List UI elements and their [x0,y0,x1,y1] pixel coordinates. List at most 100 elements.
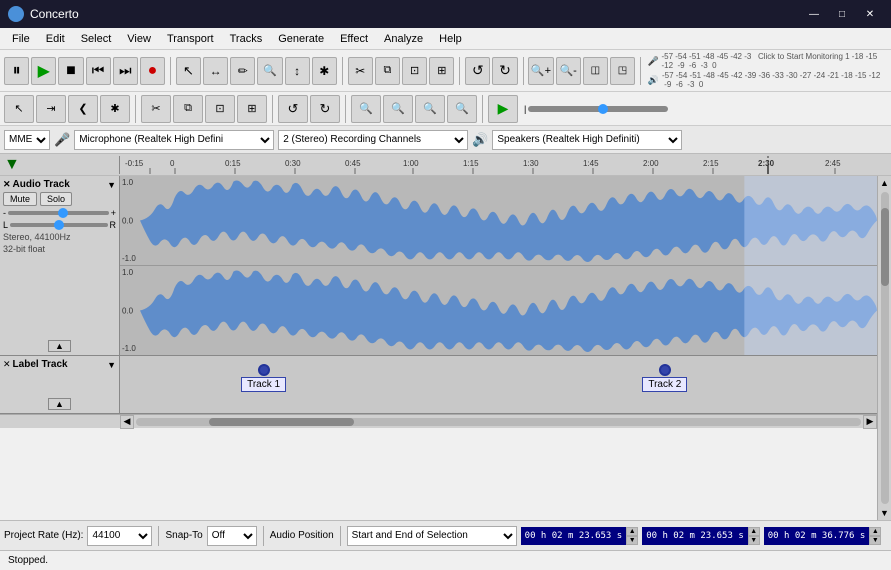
undo-button[interactable]: ↺ [465,57,490,85]
menu-analyze[interactable]: Analyze [376,31,431,47]
speaker-icon: 🔊 [472,132,488,148]
hscroll-track[interactable] [136,418,861,426]
project-rate-select[interactable]: 44100 [87,526,152,546]
play-button[interactable]: ▶ [31,57,56,85]
menu-transport[interactable]: Transport [159,31,222,47]
edit-cut-btn2[interactable]: ✂ [141,95,171,123]
time-spin-2-down[interactable]: ▼ [748,536,760,545]
mute-button[interactable]: Mute [3,192,37,206]
play-speed-button[interactable]: ▶ [488,95,518,123]
record-button[interactable]: ● [140,57,165,85]
clip-button[interactable]: ✱ [100,95,130,123]
zoom2-in[interactable]: 🔍 [351,95,381,123]
paste-button[interactable]: ⊡ [402,57,427,85]
hscroll-right-arrow[interactable]: ▶ [863,415,877,429]
redo-button[interactable]: ↻ [492,57,517,85]
label-track1[interactable]: Track 1 [241,364,286,392]
zoom2-fit[interactable]: 🔍 [415,95,445,123]
audio-track-expand-button[interactable]: ▲ [48,340,71,352]
cut-button[interactable]: ✂ [348,57,373,85]
menu-edit[interactable]: Edit [38,31,73,47]
menu-file[interactable]: File [4,31,38,47]
separator-3 [459,57,460,85]
hscroll-thumb[interactable] [209,418,354,426]
audio-host-select[interactable]: MME [4,130,50,150]
speed-slider-thumb[interactable] [598,104,608,114]
copy-button[interactable]: ⧉ [375,57,400,85]
svg-text:2:45: 2:45 [825,159,841,168]
edit-copy-btn2[interactable]: ⧉ [173,95,203,123]
project-rate-label: Project Rate (Hz): [4,530,83,541]
audio-track-close[interactable]: ✕ [3,179,11,190]
menu-help[interactable]: Help [431,31,470,47]
label-track-close[interactable]: ✕ [3,359,11,370]
maximize-button[interactable]: □ [829,5,855,23]
speed-slider-area: | [524,104,668,114]
pan-slider-thumb[interactable] [54,220,64,230]
vu-meter-area: 🎤 -57 -54 -51 -48 -45 -42 -3 Click to St… [648,52,887,89]
label-track-expand-button[interactable]: ▲ [48,398,71,410]
hscroll-left-arrow[interactable]: ◀ [120,415,134,429]
envelope-tool-button[interactable]: ↔ [203,57,228,85]
time-spin-1-up[interactable]: ▲ [626,527,638,536]
draw-tool-button[interactable]: ✏ [230,57,255,85]
audio-track-dropdown[interactable]: ▼ [107,180,116,190]
close-button[interactable]: ✕ [857,5,883,23]
sel-start-button[interactable]: ↖ [4,95,34,123]
bottom-sep-1 [158,526,159,546]
time-spin-3-up[interactable]: ▲ [869,527,881,536]
menu-generate[interactable]: Generate [270,31,332,47]
zoom-tool-button[interactable]: 🔍 [257,57,282,85]
edit-paste-btn2[interactable]: ⊡ [205,95,235,123]
vscroll-down-arrow[interactable]: ▼ [878,506,891,520]
vscroll-thumb[interactable] [881,208,889,286]
waveform-bottom-channel: 1.0 0.0 -1.0 [120,266,877,355]
time-spin-2-up[interactable]: ▲ [748,527,760,536]
undo-btn2[interactable]: ↺ [278,95,308,123]
time-spin-3-down[interactable]: ▼ [869,536,881,545]
microphone-select[interactable]: Microphone (Realtek High Defini [74,130,274,150]
menu-view[interactable]: View [119,31,159,47]
menu-effect[interactable]: Effect [332,31,376,47]
pan-slider-track[interactable] [10,223,107,227]
zoom-sel-button[interactable]: ◫ [583,57,608,85]
stop-button[interactable]: ■ [58,57,83,85]
label-track-area: Track 1 Track 2 [120,356,877,413]
gain-slider-track[interactable] [8,211,109,215]
label-track2[interactable]: Track 2 [642,364,687,392]
redo-btn2[interactable]: ↻ [310,95,340,123]
snap-to-select[interactable]: Off [207,526,257,546]
menu-select[interactable]: Select [73,31,120,47]
edit-del-btn2[interactable]: ⊞ [237,95,267,123]
minimize-button[interactable]: — [801,5,827,23]
sel-end-button[interactable]: ⇥ [36,95,66,123]
time-spin-1-down[interactable]: ▼ [626,536,638,545]
selection-type-select[interactable]: Start and End of Selection [347,526,517,546]
speed-slider-track[interactable] [528,106,668,112]
vscroll-up-arrow[interactable]: ▲ [878,176,891,190]
speaker-select[interactable]: Speakers (Realtek High Definiti) [492,130,682,150]
waveform-svg-top [140,176,877,265]
channels-select[interactable]: 2 (Stereo) Recording Channels [278,130,468,150]
zoom-out-button[interactable]: 🔍- [556,57,581,85]
multi-tool-button[interactable]: ✱ [312,57,337,85]
zoom-in-button[interactable]: 🔍+ [528,57,553,85]
trim-button[interactable]: ⊞ [429,57,454,85]
vscroll-track[interactable] [881,192,889,504]
fastforward-button[interactable]: ⏭ [113,57,138,85]
ruler-svg: -0:15 0 0:15 0:30 0:45 1:00 [120,154,877,174]
sel-contract-button[interactable]: ❮ [68,95,98,123]
solo-button[interactable]: Solo [40,192,72,206]
zoom2-full[interactable]: 🔍 [447,95,477,123]
gain-slider-thumb[interactable] [58,208,68,218]
zoom2-out[interactable]: 🔍 [383,95,413,123]
select-tool-button[interactable]: ↖ [176,57,201,85]
timeshift-tool-button[interactable]: ↕ [285,57,310,85]
pause-button[interactable]: ⏸ [4,57,29,85]
y-label-neg1-0: -1.0 [122,254,136,263]
zoom-fit-button[interactable]: ◳ [610,57,635,85]
rewind-button[interactable]: ⏮ [86,57,111,85]
label-track-dropdown[interactable]: ▼ [107,360,116,370]
audio-track-controls: ✕ Audio Track ▼ Mute Solo - [0,176,120,355]
menu-tracks[interactable]: Tracks [222,31,271,47]
